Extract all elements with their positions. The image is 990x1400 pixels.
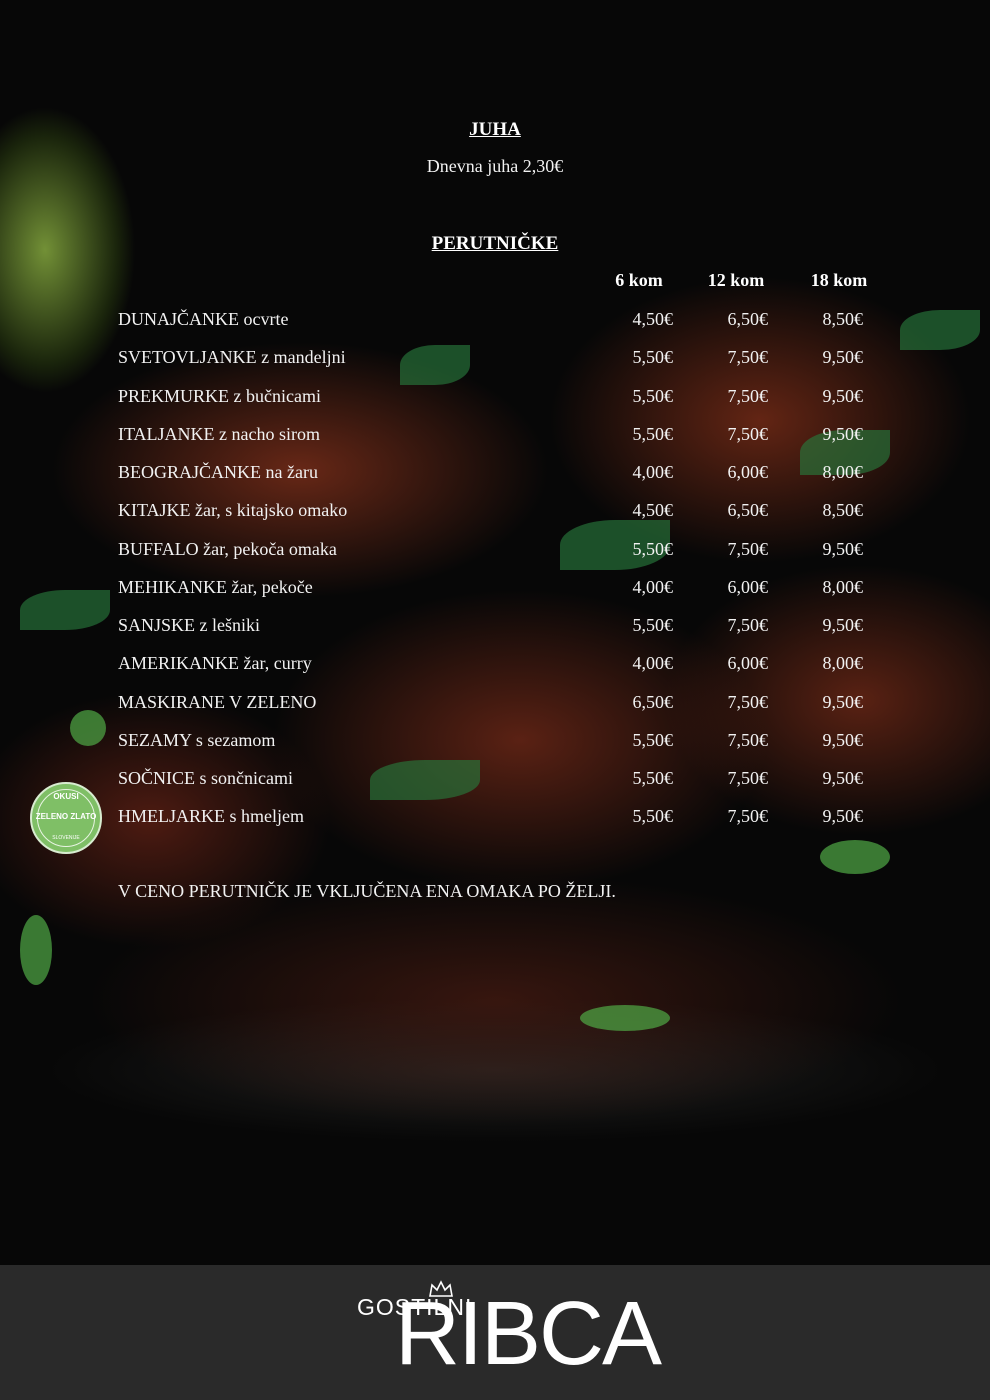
price-18-kom: 8,50€ [822, 500, 864, 521]
menu-item-name: BEOGRAJČANKE na žaru [118, 462, 318, 482]
menu-item-row: DUNAJČANKE ocvrte 4,50€ 6,50€ 8,50€ [0, 309, 990, 339]
logo-main-text: RIBCA [395, 1284, 662, 1384]
price-6-kom: 5,50€ [632, 347, 674, 368]
menu-page: JUHA Dnevna juha 2,30€ PERUTNIČKE 6 kom … [0, 0, 990, 1265]
price-18-kom: 9,50€ [822, 347, 864, 368]
menu-item-row: KITAJKE žar, s kitajsko omako 4,50€ 6,50€ 8… [0, 500, 990, 530]
price-6-kom: 6,50€ [632, 691, 674, 712]
menu-item-row: HMELJARKE s hmeljem 5,50€ 7,50€ 9,50€ [0, 806, 990, 836]
price-6-kom: 5,50€ [632, 768, 674, 788]
price-18-kom: 8,00€ [822, 576, 864, 597]
price-18-kom: 9,50€ [822, 691, 864, 712]
price-6-kom: 5,50€ [632, 538, 674, 559]
price-12-kom: 6,50€ [727, 309, 769, 329]
price-12-kom: 7,50€ [727, 385, 769, 406]
badge-top-text: OKUSI [53, 792, 79, 801]
column-header-12: 12 kom [707, 270, 765, 290]
price-18-kom: 9,50€ [822, 538, 864, 559]
menu-item-name: KITAJKE žar, s kitajsko omako [118, 500, 348, 521]
price-6-kom: 4,00€ [632, 576, 674, 597]
price-6-kom: 5,50€ [632, 615, 674, 635]
menu-item-name: ITALJANKE z nacho sirom [118, 423, 321, 444]
price-12-kom: 7,50€ [727, 806, 769, 827]
menu-item-name: MEHIKANKE žar, pekoče [118, 576, 313, 597]
menu-item-name: SANJSKE z lešniki [118, 615, 261, 635]
badge-bottom-text: SLOVENIJE [52, 835, 80, 841]
menu-item-name: SEZAMY s sezamom [118, 729, 276, 750]
wings-heading: PERUTNIČKE [431, 233, 559, 254]
price-18-kom: 8,50€ [822, 309, 864, 329]
price-12-kom: 6,00€ [727, 653, 769, 674]
price-18-kom: 8,00€ [822, 653, 864, 674]
menu-item-row: AMERIKANKE žar, curry 4,00€ 6,00€ 8,00€ [0, 653, 990, 683]
menu-item-name: HMELJARKE s hmeljem [118, 806, 304, 827]
price-12-kom: 7,50€ [727, 538, 769, 559]
price-18-kom: 9,50€ [822, 423, 864, 444]
menu-item-row: SEZAMY s sezamom 5,50€ 7,50€ 9,50€ [0, 730, 990, 760]
price-18-kom: 9,50€ [822, 729, 864, 750]
price-12-kom: 7,50€ [727, 423, 769, 444]
price-12-kom: 6,00€ [727, 576, 769, 597]
column-header-6: 6 kom [615, 270, 663, 290]
menu-item-row: MEHIKANKE žar, pekoče 4,00€ 6,00€ 8,00€ [0, 577, 990, 607]
menu-item-row: ITALJANKE z nacho sirom 5,50€ 7,50€ 9,50€ [0, 424, 990, 454]
menu-item-row: PREKMURKE z bučnicami 5,50€ 7,50€ 9,50€ [0, 386, 990, 416]
price-18-kom: 9,50€ [822, 768, 864, 788]
menu-item-name: DUNAJČANKE ocvrte [118, 309, 289, 329]
menu-item-name: SOČNICE s sončnicami [118, 768, 293, 788]
price-6-kom: 5,50€ [632, 385, 674, 406]
price-18-kom: 8,00€ [822, 462, 864, 482]
price-6-kom: 5,50€ [632, 729, 674, 750]
menu-item-row: MASKIRANE V ZELENO 6,50€ 7,50€ 9,50€ [0, 692, 990, 722]
price-18-kom: 9,50€ [822, 385, 864, 406]
zeleno-zlato-badge: OKUSI ZELENO ZLATO SLOVENIJE [30, 782, 102, 854]
badge-middle-text: ZELENO ZLATO [35, 812, 97, 821]
menu-item-row: BEOGRAJČANKE na žaru 4,00€ 6,00€ 8,00€ [0, 462, 990, 492]
menu-item-row: SVETOVLJANKE z mandeljni 5,50€ 7,50€ 9,50€ [0, 347, 990, 377]
price-6-kom: 5,50€ [632, 806, 674, 827]
menu-item-row: BUFFALO žar, pekoča omaka 5,50€ 7,50€ 9,50€ [0, 539, 990, 569]
menu-item-name: MASKIRANE V ZELENO [118, 691, 317, 712]
menu-item-row: SOČNICE s sončnicami 5,50€ 7,50€ 9,50€ [0, 768, 990, 798]
price-12-kom: 6,00€ [727, 462, 769, 482]
sauce-note: V CENO PERUTNIČK JE VKLJUČENA ENA OMAKA … [118, 881, 616, 901]
price-18-kom: 9,50€ [822, 806, 864, 827]
price-6-kom: 4,50€ [632, 500, 674, 521]
price-12-kom: 7,50€ [727, 347, 769, 368]
menu-item-name: AMERIKANKE žar, curry [118, 653, 312, 674]
menu-item-row: SANJSKE z lešniki 5,50€ 7,50€ 9,50€ [0, 615, 990, 645]
price-12-kom: 7,50€ [727, 729, 769, 750]
price-6-kom: 4,00€ [632, 462, 674, 482]
price-6-kom: 4,50€ [632, 309, 674, 329]
menu-item-name: BUFFALO žar, pekoča omaka [118, 538, 337, 559]
menu-item-name: PREKMURKE z bučnicami [118, 385, 321, 406]
column-header-18: 18 kom [810, 270, 868, 290]
menu-item-name: SVETOVLJANKE z mandeljni [118, 347, 346, 368]
price-12-kom: 7,50€ [727, 768, 769, 788]
footer-bar: GOSTILNI RIBCA [0, 1265, 990, 1400]
price-6-kom: 5,50€ [632, 423, 674, 444]
price-6-kom: 4,00€ [632, 653, 674, 674]
price-12-kom: 7,50€ [727, 615, 769, 635]
price-18-kom: 9,50€ [822, 615, 864, 635]
price-12-kom: 7,50€ [727, 691, 769, 712]
soup-heading: JUHA [469, 119, 521, 140]
daily-soup-line: Dnevna juha 2,30€ [426, 156, 564, 176]
price-12-kom: 6,50€ [727, 500, 769, 521]
